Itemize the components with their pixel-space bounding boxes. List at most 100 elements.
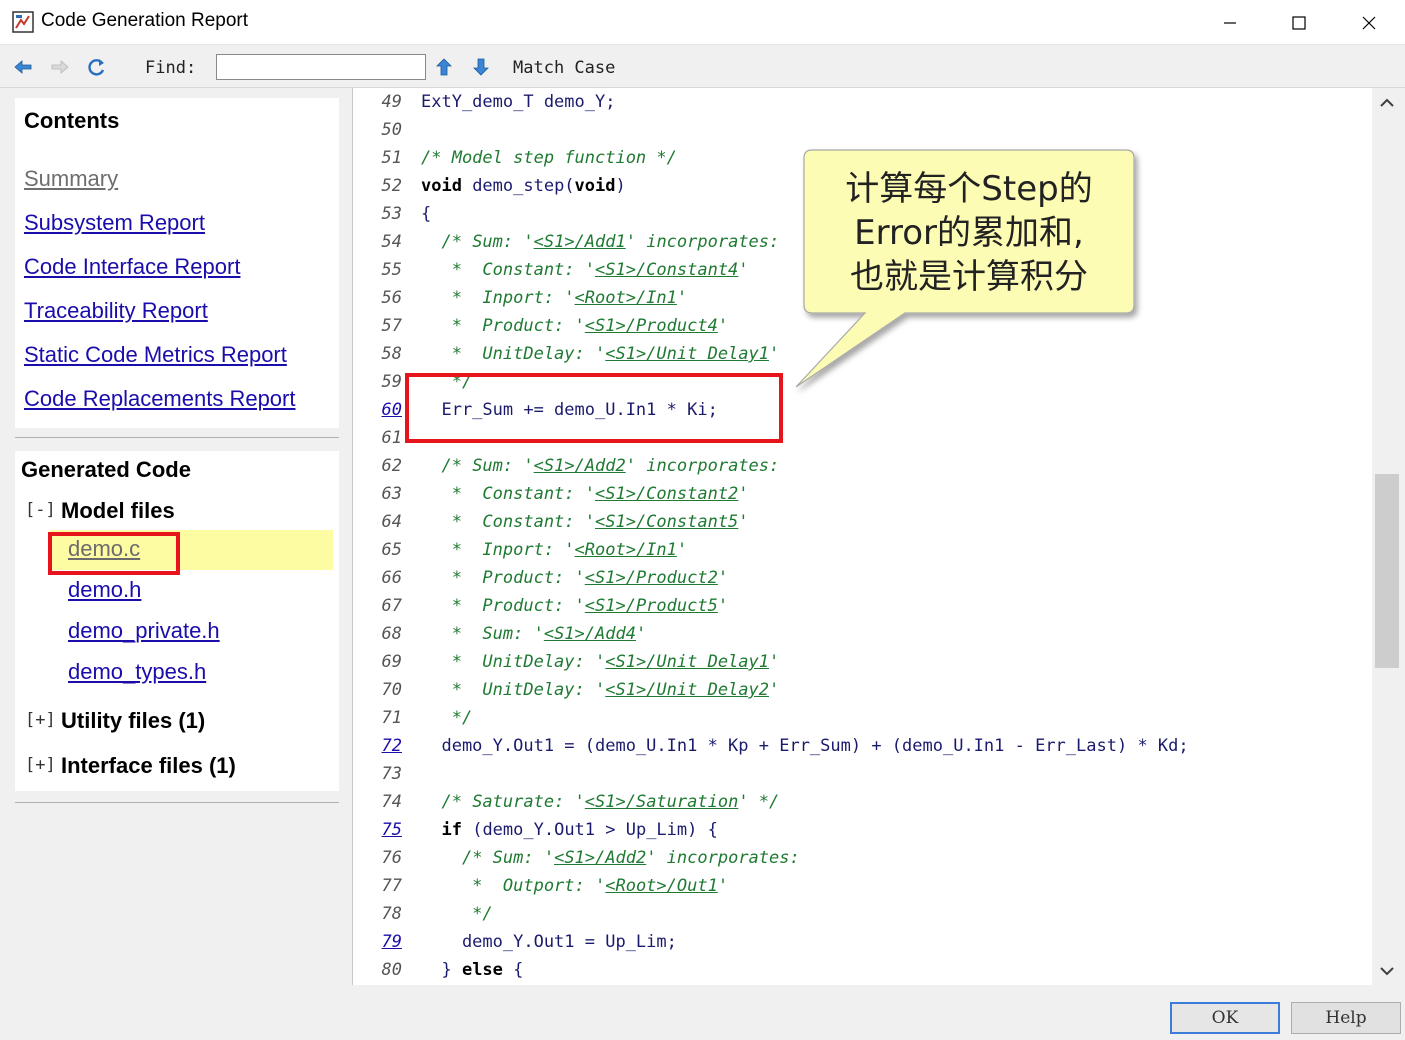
code-replacements-report-link[interactable]: Code Replacements Report xyxy=(24,386,295,412)
code-line: 79 demo_Y.Out1 = Up_Lim; xyxy=(353,928,1372,956)
block-link[interactable]: <Root>/In1 xyxy=(575,288,677,308)
close-button[interactable] xyxy=(1334,0,1404,45)
code-text: /* Sum: '<S1>/Add2' incorporates: xyxy=(421,844,800,872)
minimize-button[interactable] xyxy=(1195,0,1265,45)
ok-button[interactable]: OK xyxy=(1170,1002,1280,1034)
line-number: 68 xyxy=(381,624,402,644)
line-number: 73 xyxy=(381,764,402,784)
code-text: } else { xyxy=(421,956,523,984)
line-number: 71 xyxy=(381,708,402,728)
match-case-toggle[interactable]: Match Case xyxy=(513,58,615,78)
code-text: /* Sum: '<S1>/Add1' incorporates: xyxy=(421,228,779,256)
block-link[interactable]: <S1>/Constant4 xyxy=(595,260,738,280)
block-link[interactable]: <S1>/Add1 xyxy=(534,232,626,252)
code-line: 69 * UnitDelay: '<S1>/Unit Delay1' xyxy=(353,648,1372,676)
comment-text: ' xyxy=(676,540,688,560)
block-link[interactable]: <Root>/In1 xyxy=(575,540,677,560)
comment-text: * Constant: ' xyxy=(421,260,595,280)
comment-text: * Outport: ' xyxy=(421,876,606,896)
comment-text: ' xyxy=(769,344,780,364)
file-link-demo-h[interactable]: demo.h xyxy=(68,577,141,603)
block-link[interactable]: <S1>/Add2 xyxy=(534,456,626,476)
forward-arrow-icon[interactable] xyxy=(50,57,70,77)
block-link[interactable]: <S1>/Unit Delay1 xyxy=(605,652,769,672)
code-line: 64 * Constant: '<S1>/Constant5' xyxy=(353,508,1372,536)
code-text: if (demo_Y.Out1 > Up_Lim) { xyxy=(421,816,717,844)
find-previous-arrow-icon[interactable] xyxy=(434,57,454,77)
block-link[interactable]: <S1>/Saturation xyxy=(585,792,739,812)
line-number: 53 xyxy=(381,204,402,224)
refresh-icon[interactable] xyxy=(87,57,107,77)
scroll-down-icon[interactable] xyxy=(1378,962,1396,980)
line-number: 67 xyxy=(381,596,402,616)
back-arrow-icon[interactable] xyxy=(13,57,33,77)
static-code-metrics-report-link[interactable]: Static Code Metrics Report xyxy=(24,342,287,368)
block-link[interactable]: <S1>/Unit Delay1 xyxy=(605,344,769,364)
line-number-link[interactable]: 60 xyxy=(353,396,402,424)
block-link[interactable]: <S1>/Add4 xyxy=(544,624,636,644)
code-token: ExtY_demo_T demo_Y; xyxy=(421,92,616,112)
block-link[interactable]: <S1>/Product4 xyxy=(585,316,718,336)
model-files-collapse-toggle[interactable]: [-] xyxy=(25,500,56,520)
maximize-button[interactable] xyxy=(1264,0,1334,45)
code-line: 78 */ xyxy=(353,900,1372,928)
summary-link[interactable]: Summary xyxy=(24,166,118,192)
generated-code-heading: Generated Code xyxy=(21,457,191,482)
code-token: } xyxy=(421,960,462,980)
code-text: void demo_step(void) xyxy=(421,172,626,200)
comment-text: /* Sum: ' xyxy=(441,456,534,476)
line-number-link[interactable]: 75 xyxy=(353,816,402,844)
comment-text: * Constant: ' xyxy=(421,484,595,504)
find-input[interactable] xyxy=(216,54,426,80)
utility-files-expand-toggle[interactable]: [+] xyxy=(25,710,56,730)
block-link[interactable]: <S1>/Product5 xyxy=(585,596,718,616)
code-text: /* Sum: '<S1>/Add2' incorporates: xyxy=(421,452,779,480)
line-number: 50 xyxy=(381,120,402,140)
comment-text: * UnitDelay: ' xyxy=(421,652,606,672)
file-link-demo-types-h[interactable]: demo_types.h xyxy=(68,659,206,685)
line-number: 70 xyxy=(381,680,402,700)
comment-text: /* Saturate: ' xyxy=(441,792,585,812)
line-number: 59 xyxy=(381,372,402,392)
line-number: 80 xyxy=(381,960,402,980)
code-interface-report-link[interactable]: Code Interface Report xyxy=(24,254,240,280)
scrollbar-thumb[interactable] xyxy=(1375,474,1399,668)
find-next-arrow-icon[interactable] xyxy=(471,57,491,77)
divider xyxy=(15,437,339,438)
comment-text: * Inport: ' xyxy=(421,288,575,308)
line-number: 64 xyxy=(381,512,402,532)
traceability-report-link[interactable]: Traceability Report xyxy=(24,298,208,324)
block-link[interactable]: <S1>/Constant2 xyxy=(595,484,738,504)
block-link[interactable]: <S1>/Add2 xyxy=(554,848,646,868)
file-link-demo-private-h[interactable]: demo_private.h xyxy=(68,618,220,644)
code-token: ) xyxy=(615,176,626,196)
code-text: * UnitDelay: '<S1>/Unit Delay2' xyxy=(421,676,780,704)
interface-files-expand-toggle[interactable]: [+] xyxy=(25,755,56,775)
code-line-annotation-box xyxy=(405,373,783,443)
comment-text: ' xyxy=(738,512,749,532)
block-link[interactable]: <S1>/Product2 xyxy=(585,568,718,588)
line-number-link[interactable]: 79 xyxy=(353,928,402,956)
line-number: 62 xyxy=(381,456,402,476)
utility-files-label: Utility files (1) xyxy=(61,708,206,733)
comment-text: ' incorporates: xyxy=(625,456,780,476)
comment-text: /* Sum: ' xyxy=(461,848,555,868)
code-text: * Product: '<S1>/Product4' xyxy=(421,312,728,340)
help-button[interactable]: Help xyxy=(1291,1002,1401,1034)
comment-text: * Sum: ' xyxy=(421,624,544,644)
comment-text: ' incorporates: xyxy=(646,848,800,868)
block-link[interactable]: <Root>/Out1 xyxy=(605,876,718,896)
block-link[interactable]: <S1>/Constant5 xyxy=(595,512,738,532)
line-number: 55 xyxy=(381,260,402,280)
code-token: { xyxy=(502,960,524,980)
line-number: 78 xyxy=(381,904,402,924)
block-link[interactable]: <S1>/Unit Delay2 xyxy=(605,680,769,700)
keyword: void xyxy=(421,176,462,196)
contents-heading: Contents xyxy=(24,108,120,133)
subsystem-report-link[interactable]: Subsystem Report xyxy=(24,210,205,236)
line-number-link[interactable]: 72 xyxy=(353,732,402,760)
scroll-up-icon[interactable] xyxy=(1378,94,1396,112)
